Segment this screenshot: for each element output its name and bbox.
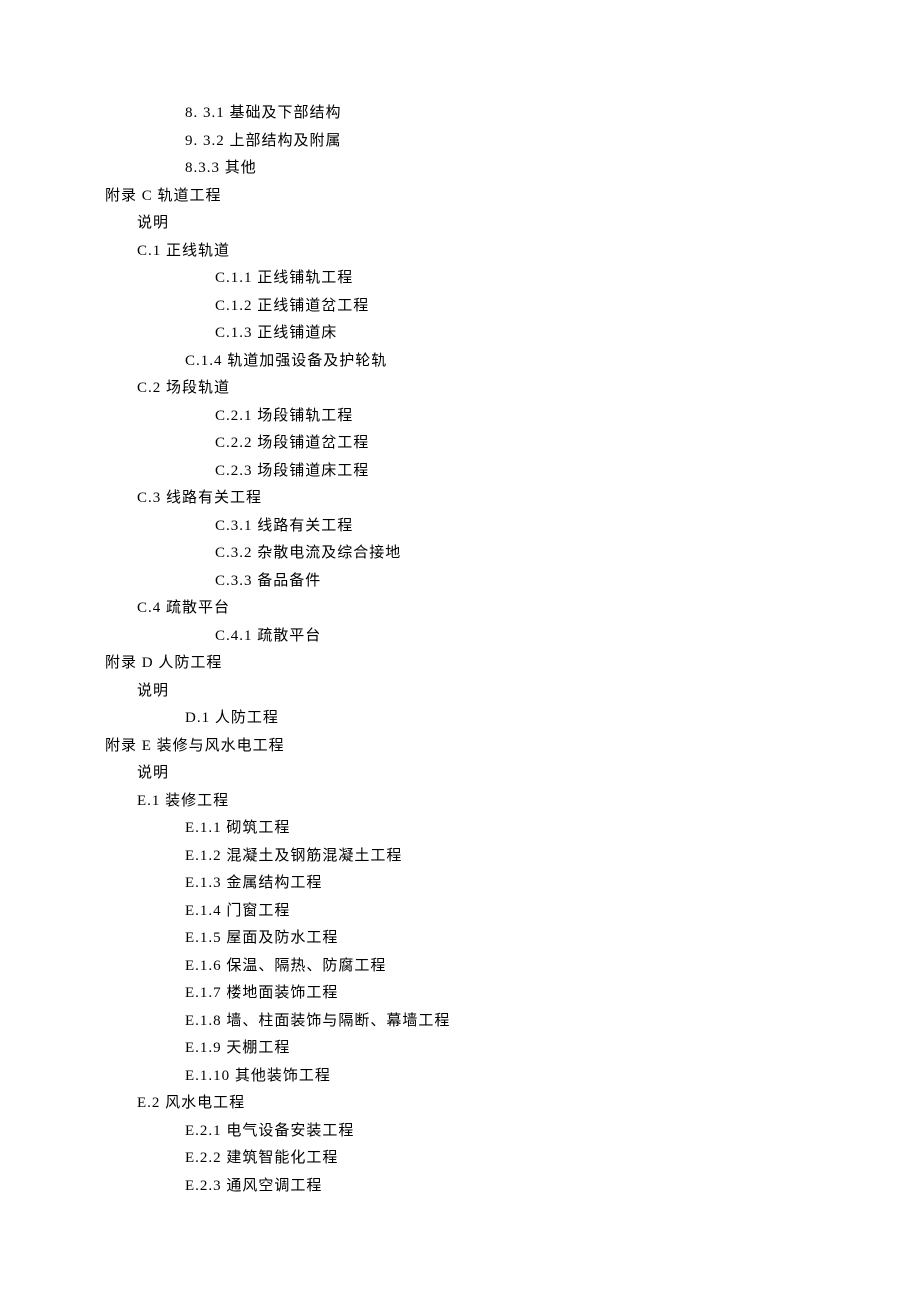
- toc-line-6: C.1.1 正线铺轨工程: [105, 265, 920, 293]
- toc-line-24: 说明: [105, 760, 920, 788]
- toc-line-8: C.1.3 正线铺道床: [105, 320, 920, 348]
- toc-line-13: C.2.3 场段铺道床工程: [105, 458, 920, 486]
- toc-line-2: 8.3.3 其他: [105, 155, 920, 183]
- toc-line-9: C.1.4 轨道加强设备及护轮轨: [105, 348, 920, 376]
- toc-line-27: E.1.2 混凝土及钢筋混凝土工程: [105, 843, 920, 871]
- toc-line-36: E.2 风水电工程: [105, 1090, 920, 1118]
- toc-line-10: C.2 场段轨道: [105, 375, 920, 403]
- toc-line-32: E.1.7 楼地面装饰工程: [105, 980, 920, 1008]
- toc-line-7: C.1.2 正线铺道岔工程: [105, 293, 920, 321]
- toc-line-30: E.1.5 屋面及防水工程: [105, 925, 920, 953]
- toc-line-12: C.2.2 场段铺道岔工程: [105, 430, 920, 458]
- toc-line-18: C.4 疏散平台: [105, 595, 920, 623]
- toc-line-20: 附录 D 人防工程: [105, 650, 920, 678]
- toc-line-16: C.3.2 杂散电流及综合接地: [105, 540, 920, 568]
- toc-line-26: E.1.1 砌筑工程: [105, 815, 920, 843]
- toc-line-14: C.3 线路有关工程: [105, 485, 920, 513]
- toc-line-34: E.1.9 天棚工程: [105, 1035, 920, 1063]
- toc-line-0: 8. 3.1 基础及下部结构: [105, 100, 920, 128]
- toc-line-31: E.1.6 保温、隔热、防腐工程: [105, 953, 920, 981]
- toc-line-21: 说明: [105, 678, 920, 706]
- toc-line-17: C.3.3 备品备件: [105, 568, 920, 596]
- toc-line-22: D.1 人防工程: [105, 705, 920, 733]
- toc-line-38: E.2.2 建筑智能化工程: [105, 1145, 920, 1173]
- toc-line-33: E.1.8 墙、柱面装饰与隔断、幕墙工程: [105, 1008, 920, 1036]
- toc-line-35: E.1.10 其他装饰工程: [105, 1063, 920, 1091]
- toc-line-5: C.1 正线轨道: [105, 238, 920, 266]
- toc-line-11: C.2.1 场段铺轨工程: [105, 403, 920, 431]
- toc-line-4: 说明: [105, 210, 920, 238]
- toc-line-19: C.4.1 疏散平台: [105, 623, 920, 651]
- toc-line-23: 附录 E 装修与风水电工程: [105, 733, 920, 761]
- toc-line-29: E.1.4 门窗工程: [105, 898, 920, 926]
- toc-line-28: E.1.3 金属结构工程: [105, 870, 920, 898]
- toc-line-37: E.2.1 电气设备安装工程: [105, 1118, 920, 1146]
- document-page: 8. 3.1 基础及下部结构9. 3.2 上部结构及附属8.3.3 其他附录 C…: [105, 100, 920, 1200]
- toc-line-15: C.3.1 线路有关工程: [105, 513, 920, 541]
- toc-line-25: E.1 装修工程: [105, 788, 920, 816]
- toc-line-1: 9. 3.2 上部结构及附属: [105, 128, 920, 156]
- toc-line-39: E.2.3 通风空调工程: [105, 1173, 920, 1201]
- toc-line-3: 附录 C 轨道工程: [105, 183, 920, 211]
